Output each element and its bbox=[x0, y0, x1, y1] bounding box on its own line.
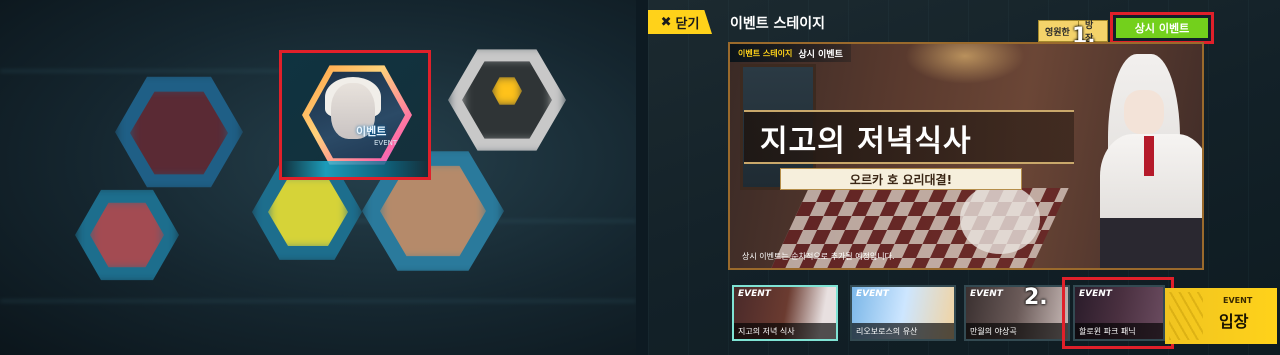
tab-permanent-event[interactable]: 상시 이벤트 bbox=[1110, 12, 1214, 44]
event-stage-tile[interactable]: 이벤트 EVENT bbox=[279, 50, 431, 180]
close-button[interactable]: ✖ 닫기 bbox=[648, 10, 712, 34]
event-thumbnail-2[interactable]: EVENT 리오보로스의 유산 bbox=[850, 285, 956, 341]
enter-button[interactable]: EVENT 입장 bbox=[1165, 288, 1277, 344]
banner-character bbox=[1100, 54, 1202, 268]
character-face bbox=[1124, 90, 1164, 134]
banner-subtitle-plate: 오르카 호 요리대결! bbox=[780, 168, 1022, 190]
hex-pattern-icon bbox=[1169, 292, 1203, 340]
thumbnail-tag: EVENT bbox=[856, 289, 889, 299]
banner-tag-name: 상시 이벤트 bbox=[798, 49, 843, 60]
tab-active-label: 상시 이벤트 bbox=[1116, 18, 1208, 38]
left-panel: 이벤트 EVENT bbox=[0, 0, 636, 355]
thumbnail-tag: EVENT bbox=[1079, 289, 1112, 299]
thumbnail-caption: 리오보로스의 유산 bbox=[852, 323, 954, 339]
background-line bbox=[0, 70, 280, 72]
enter-button-sublabel: EVENT bbox=[1223, 296, 1253, 305]
tab-label: 영원한 bbox=[1045, 27, 1070, 38]
event-thumbnail-1[interactable]: EVENT 지고의 저녁 식사 bbox=[732, 285, 838, 341]
enter-button-label: 입장 bbox=[1219, 312, 1249, 331]
event-banner[interactable]: 이벤트 스테이지 상시 이벤트 지고의 저녁식사 오르카 호 요리대결! 상시 … bbox=[728, 42, 1204, 270]
banner-tag: 이벤트 스테이지 상시 이벤트 bbox=[730, 44, 851, 62]
right-panel: ✖ 닫기 이벤트 스테이지 영원한 방장 상시 이벤트 1. 이벤트 스테이지 … bbox=[648, 0, 1280, 355]
event-thumbnail-4[interactable]: EVENT 할로윈 파크 패닉 bbox=[1073, 285, 1165, 341]
banner-footnote: 상시 이벤트는 순차적으로 추가될 예정입니다. bbox=[742, 252, 895, 261]
thumbnail-caption: 할로윈 파크 패닉 bbox=[1075, 323, 1163, 339]
banner-tag-kind: 이벤트 스테이지 bbox=[738, 48, 793, 58]
background-line bbox=[0, 300, 636, 302]
banner-chandelier bbox=[905, 44, 1025, 84]
thumbnail-tag: EVENT bbox=[970, 289, 1003, 299]
banner-title: 지고의 저녁식사 bbox=[760, 124, 972, 159]
banner-table bbox=[960, 184, 1040, 254]
close-label: 닫기 bbox=[675, 16, 700, 32]
event-tile-label: 이벤트 bbox=[356, 125, 387, 138]
banner-title-plate: 지고의 저녁식사 bbox=[744, 110, 1074, 164]
close-icon: ✖ bbox=[660, 14, 672, 30]
tile-glow bbox=[282, 161, 428, 177]
event-thumbnail-3[interactable]: EVENT 만월의 야상곡 bbox=[964, 285, 1070, 341]
character-tie bbox=[1144, 136, 1154, 176]
banner-subtitle: 오르카 호 요리대결! bbox=[849, 172, 953, 187]
thumbnail-tag: EVENT bbox=[738, 289, 771, 299]
thumbnail-caption: 만월의 야상곡 bbox=[966, 323, 1068, 339]
event-tile-sublabel: EVENT bbox=[374, 139, 398, 147]
thumbnail-caption: 지고의 저녁 식사 bbox=[734, 323, 836, 339]
event-thumbnail-highlight: EVENT 할로윈 파크 패닉 bbox=[1062, 277, 1174, 349]
page-title: 이벤트 스테이지 bbox=[730, 16, 826, 32]
step-marker-2: 2. bbox=[1024, 285, 1048, 310]
